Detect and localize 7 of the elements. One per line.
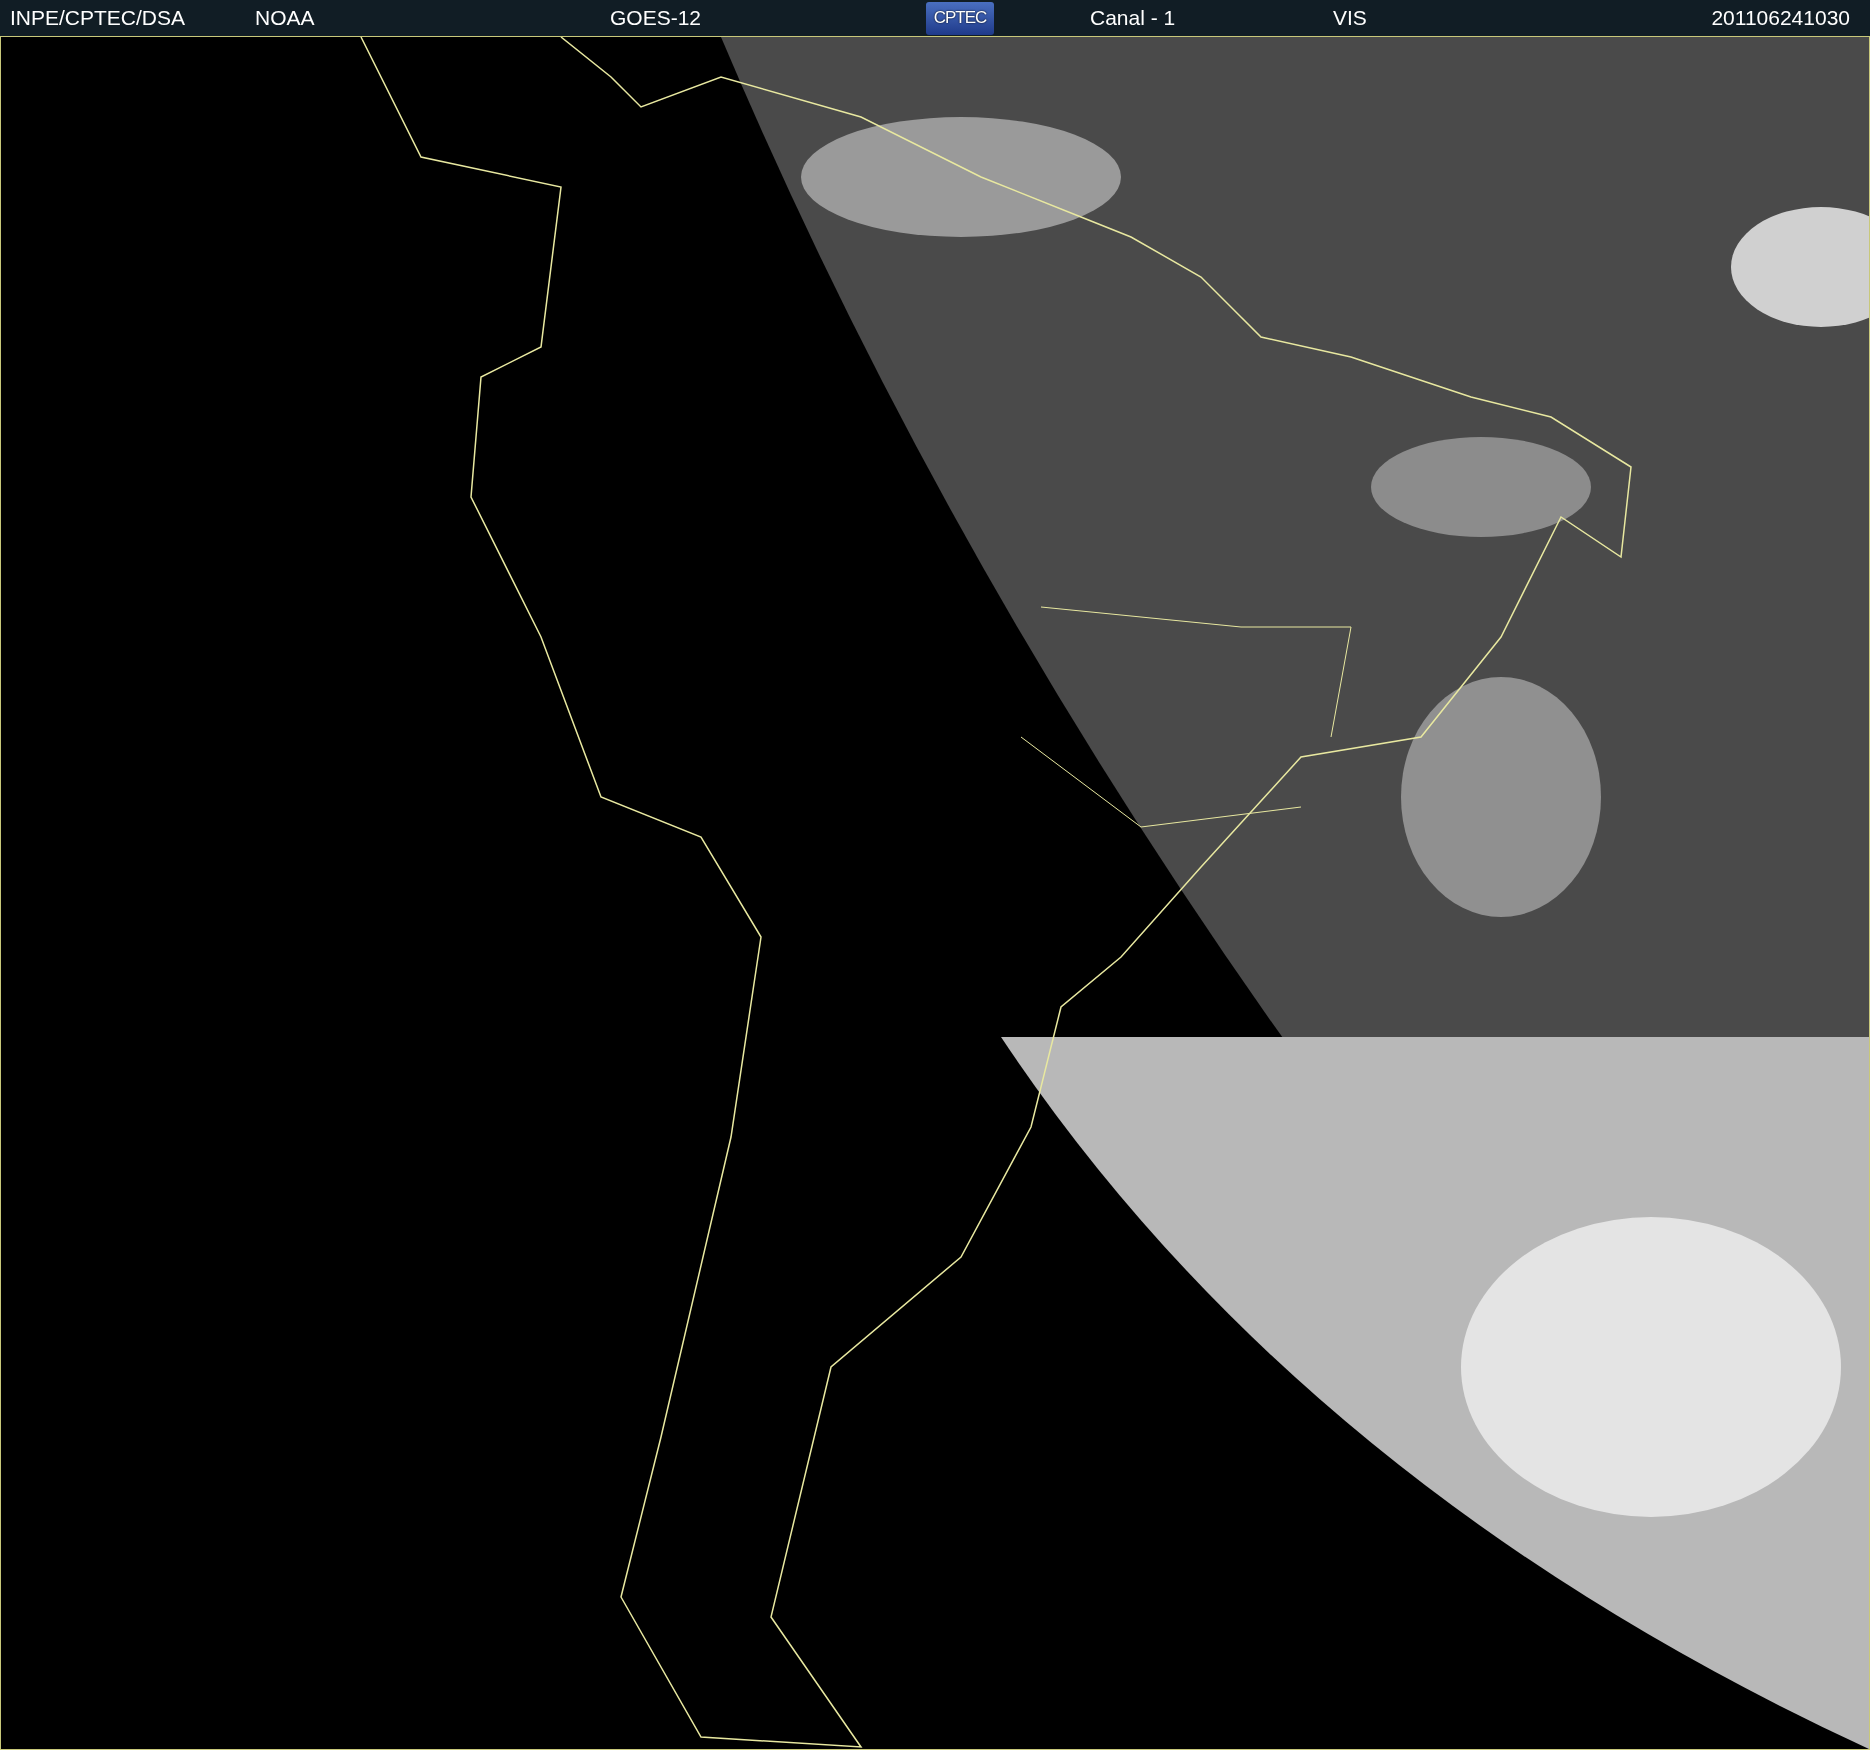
header-label: Canal - 1: [1090, 6, 1177, 30]
header-label: 201106241030: [1711, 6, 1851, 30]
header-label: GOES-12: [610, 6, 703, 30]
header-label: INPE/CPTEC/DSA: [10, 6, 187, 30]
header-label: NOAA: [255, 6, 316, 30]
agency-logo: CPTEC: [926, 1, 994, 35]
header-label: VIS: [1333, 6, 1368, 30]
